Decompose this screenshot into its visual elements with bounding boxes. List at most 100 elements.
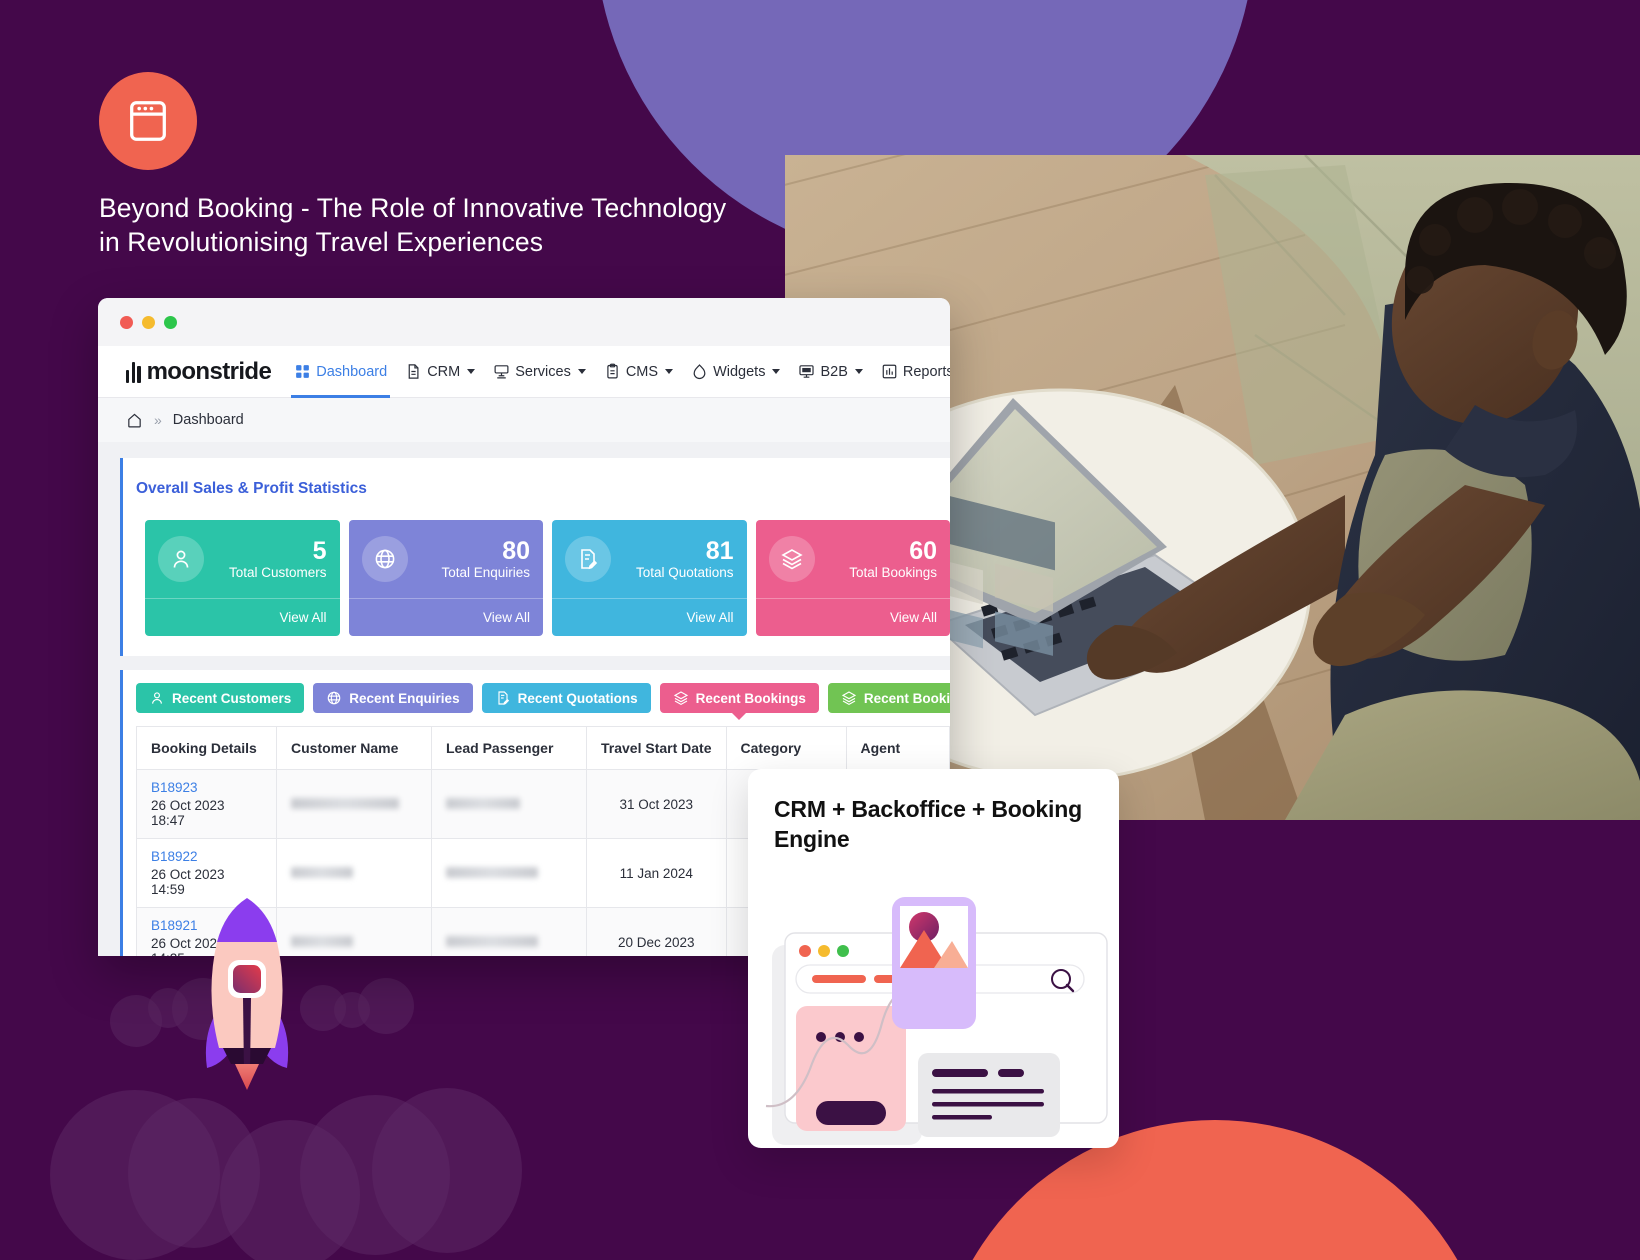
stat-card-total-quotations[interactable]: 81 Total Quotations View All (552, 520, 747, 636)
crm-card-title: CRM + Backoffice + Booking Engine (774, 796, 1082, 852)
stat-card-total-bookings[interactable]: 60 Total Bookings View All (755, 520, 950, 636)
brand-name: moonstride (146, 357, 272, 385)
layers-icon (841, 691, 857, 705)
services-icon (494, 365, 509, 379)
redacted-value (446, 935, 538, 947)
stat-card-total-enquiries[interactable]: 80 Total Enquiries View All (348, 520, 543, 636)
window-close-dot[interactable] (120, 315, 133, 329)
globe-icon (361, 536, 408, 582)
stat-label: Total Bookings (849, 565, 937, 581)
stat-label: Total Enquiries (441, 565, 530, 581)
nav-item-crm[interactable]: CRM (396, 346, 484, 398)
tab-recent-bookings-alt[interactable]: Recent Bookings (827, 683, 950, 713)
breadcrumb: » Dashboard (98, 398, 950, 442)
nav-label: B2B (820, 363, 848, 380)
redacted-value (291, 866, 353, 878)
monitor-icon (799, 365, 815, 378)
stat-value: 60 (909, 536, 937, 565)
clipboard-icon (607, 363, 618, 379)
tab-recent-quotations[interactable]: Recent Quotations (481, 683, 651, 713)
tab-recent-customers[interactable]: Recent Customers (136, 683, 305, 713)
tab-label: Recent Bookings (863, 690, 950, 706)
tab-label: Recent Bookings (695, 690, 806, 706)
quote-doc-icon (498, 691, 509, 705)
nav-item-b2b[interactable]: B2B (789, 346, 871, 398)
redacted-value (446, 797, 520, 809)
nav-label: Dashboard (316, 363, 388, 380)
cell-lead-passenger (431, 907, 587, 956)
globe-icon (327, 691, 341, 705)
logo-bars-icon (126, 361, 141, 383)
redacted-value (446, 866, 538, 878)
cell-lead-passenger (431, 769, 587, 839)
stat-card-list: 5 Total Customers View All 80 Total Enqu… (123, 520, 950, 656)
column-header-agent[interactable]: Agent (846, 726, 950, 770)
cell-booking-details: B18923 26 Oct 2023 18:47 (136, 769, 277, 839)
cell-travel-start-date: 11 Jan 2024 (586, 838, 727, 908)
stat-value: 81 (705, 536, 734, 565)
nav-item-cms[interactable]: CMS (595, 346, 682, 398)
column-header-lead-passenger[interactable]: Lead Passenger (431, 726, 587, 770)
chevron-down-icon (772, 369, 781, 374)
booking-created-time: 26 Oct 2023 18:47 (151, 798, 225, 828)
page-root: Beyond Booking - The Role of Innovative … (0, 0, 1640, 1260)
tab-label: Recent Customers (172, 690, 292, 706)
chevron-down-icon (665, 369, 674, 374)
column-header-customer-name[interactable]: Customer Name (276, 726, 432, 770)
stat-card-total-customers[interactable]: 5 Total Customers View All (145, 520, 340, 636)
rocket-illustration (205, 898, 289, 1090)
booking-id-link[interactable]: B18923 (151, 780, 262, 795)
stat-label: Total Quotations (635, 565, 734, 581)
document-icon (408, 364, 419, 379)
stat-view-all-link[interactable]: View All (755, 598, 950, 636)
decorative-bubble (372, 1088, 522, 1253)
cell-lead-passenger (431, 838, 587, 908)
user-icon (152, 692, 162, 704)
recent-tabs: Recent Customers Recent Enquiries Recent… (136, 683, 950, 720)
column-header-travel-start-date[interactable]: Travel Start Date (586, 726, 727, 770)
user-icon (158, 536, 204, 582)
table-header-row: Booking Details Customer Name Lead Passe… (136, 726, 950, 770)
nav-label: Reports (902, 363, 950, 380)
nav-item-reports[interactable]: Reports (872, 346, 950, 398)
stat-view-all-link[interactable]: View All (348, 598, 543, 636)
layers-icon (768, 536, 815, 582)
stats-card-title: Overall Sales & Profit Statistics (136, 480, 367, 497)
stat-value: 80 (502, 536, 530, 565)
nav-label: Widgets (713, 363, 766, 380)
page-title: Beyond Booking - The Role of Innovative … (99, 193, 727, 257)
nav-label: CMS (625, 363, 659, 380)
home-icon[interactable] (126, 412, 143, 429)
booking-created-time: 26 Oct 2023 14:59 (151, 867, 225, 897)
nav-item-widgets[interactable]: Widgets (682, 346, 789, 398)
brand-logo[interactable]: moonstride (126, 357, 272, 386)
quote-doc-icon (565, 536, 611, 582)
window-maximize-dot[interactable] (164, 315, 177, 329)
stat-value: 5 (312, 536, 327, 565)
grid-icon (296, 365, 310, 378)
column-header-category[interactable]: Category (726, 726, 847, 770)
stats-card: Overall Sales & Profit Statistics 5 Tota… (120, 458, 950, 656)
column-header-booking-details[interactable]: Booking Details (136, 726, 277, 770)
stat-view-all-link[interactable]: View All (145, 598, 340, 636)
crm-feature-card: CRM + Backoffice + Booking Engine (748, 769, 1119, 1148)
widget-icon (693, 364, 706, 380)
window-minimize-dot[interactable] (142, 315, 155, 329)
crm-booking-engine-illustration (765, 897, 1108, 1145)
stat-label: Total Customers (228, 565, 327, 581)
chevron-down-icon (467, 369, 476, 374)
breadcrumb-separator: » (154, 412, 162, 428)
bar-chart-icon (882, 364, 897, 379)
layers-icon (673, 691, 688, 705)
tab-label: Recent Quotations (517, 690, 638, 706)
chevron-down-icon (577, 369, 586, 374)
nav-item-dashboard[interactable]: Dashboard (285, 346, 396, 398)
app-navbar: moonstride Dashboard CRM Services CMS Wi… (98, 346, 950, 398)
tab-recent-enquiries[interactable]: Recent Enquiries (313, 683, 473, 713)
stat-view-all-link[interactable]: View All (552, 598, 747, 636)
nav-item-services[interactable]: Services (484, 346, 595, 398)
decorative-bubble (358, 978, 414, 1034)
booking-id-link[interactable]: B18922 (151, 849, 262, 864)
tab-recent-bookings[interactable]: Recent Bookings (659, 683, 819, 720)
cell-customer-name (276, 769, 432, 839)
